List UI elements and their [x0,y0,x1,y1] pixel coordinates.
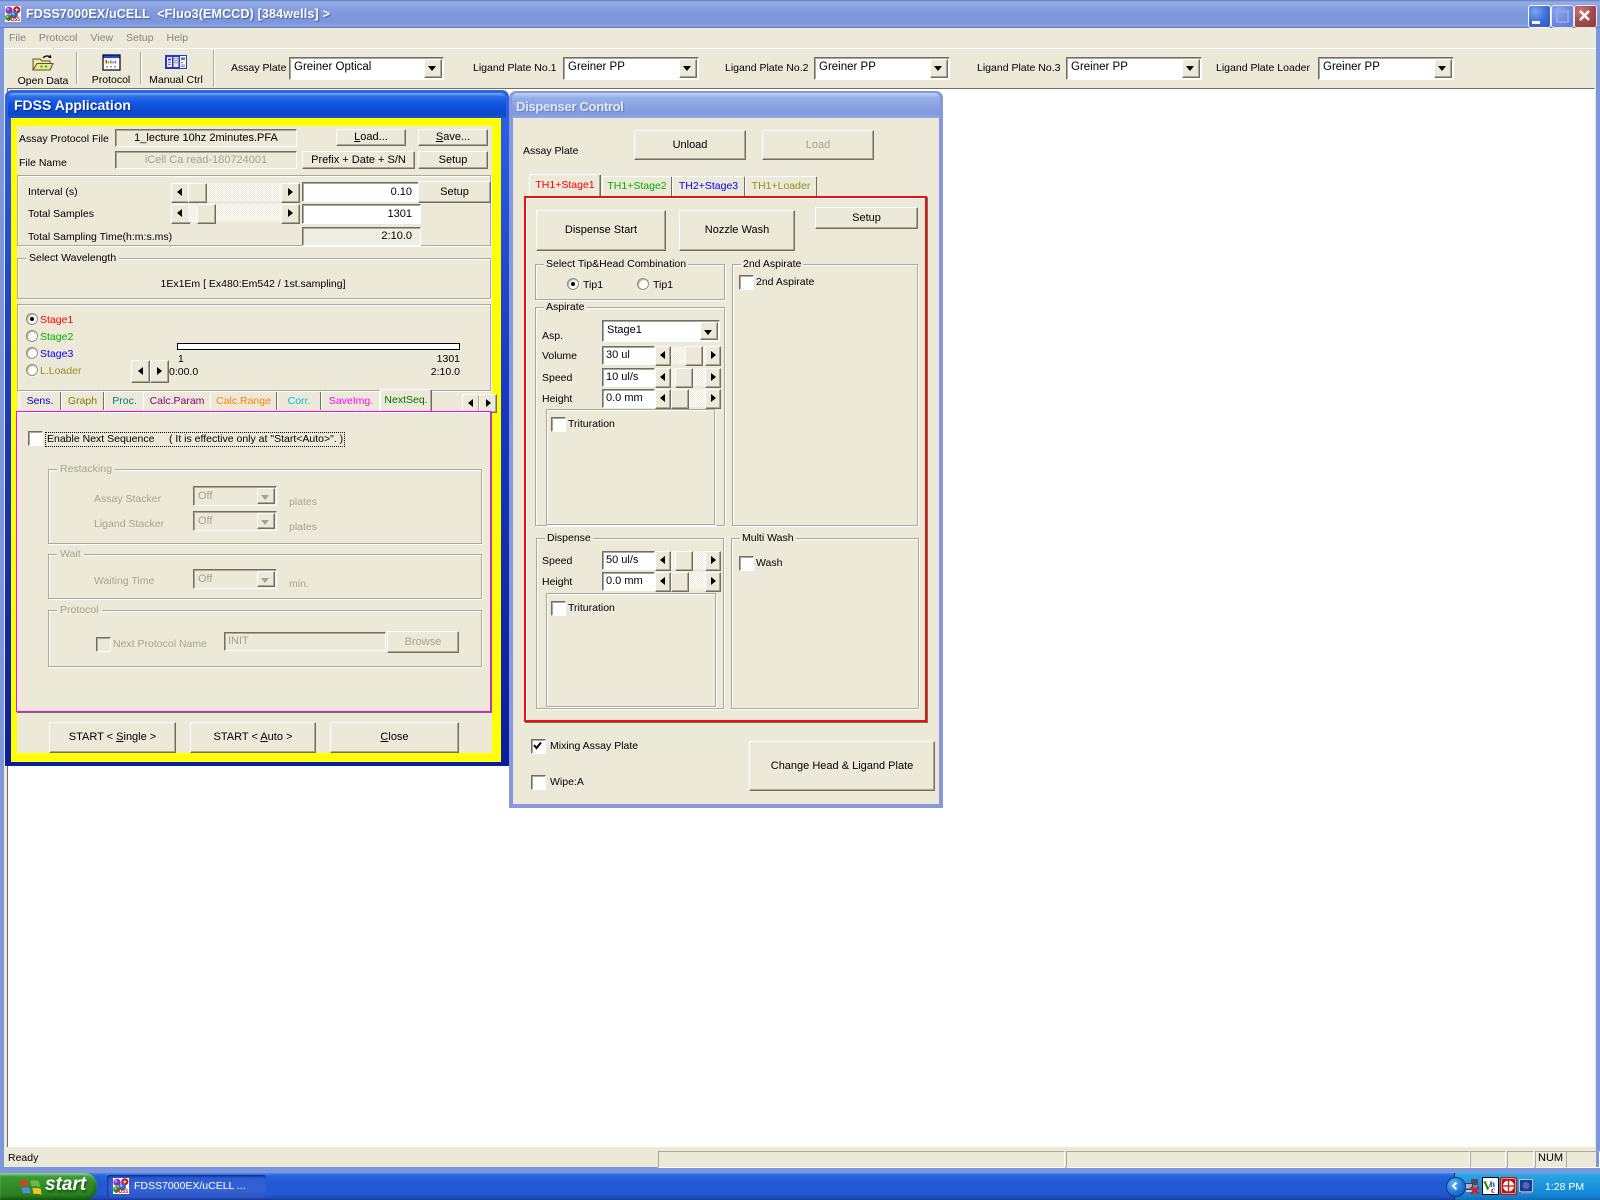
svg-text:FDSS: FDSS [116,1189,128,1194]
svg-text:FDSS: FDSS [8,17,20,22]
svg-text:c: c [1491,1185,1495,1195]
